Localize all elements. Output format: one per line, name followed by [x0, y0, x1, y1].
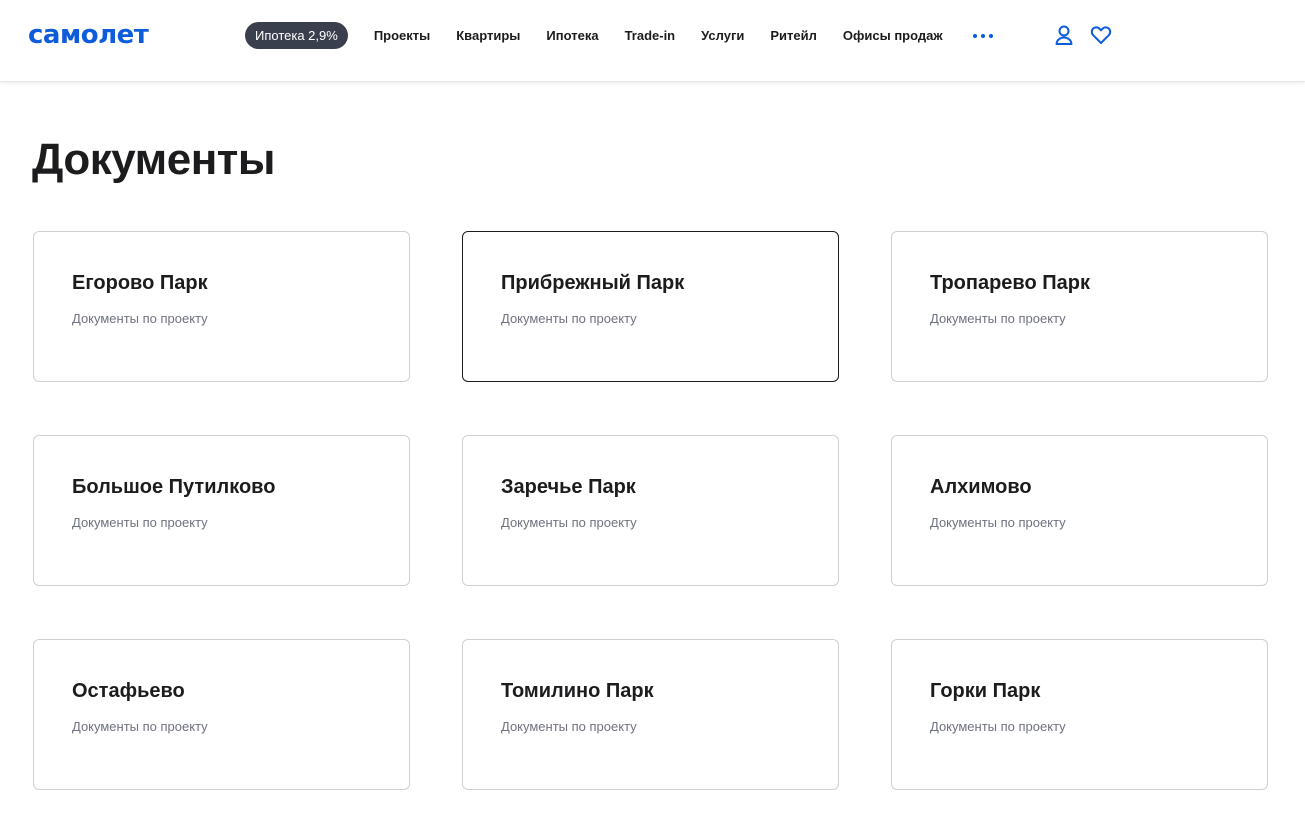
project-card-subtitle: Документы по проекту: [930, 515, 1066, 530]
nav-item-services[interactable]: Услуги: [701, 22, 744, 49]
project-card-subtitle: Документы по проекту: [72, 515, 208, 530]
project-card-title: Томилино Парк: [501, 680, 654, 702]
project-card[interactable]: Горки Парк Документы по проекту: [891, 639, 1268, 790]
project-card-title: Егорово Парк: [72, 272, 208, 294]
project-card-title: Остафьево: [72, 680, 185, 702]
project-card-subtitle: Документы по проекту: [501, 719, 637, 734]
nav-item-apartments[interactable]: Квартиры: [456, 22, 520, 49]
more-dots-icon[interactable]: [972, 22, 993, 49]
project-card-title: Заречье Парк: [501, 476, 636, 498]
project-card[interactable]: Алхимово Документы по проекту: [891, 435, 1268, 586]
site-header: самолет Ипотека 2,9% Проекты Квартиры Ип…: [0, 0, 1305, 82]
project-card[interactable]: Егорово Парк Документы по проекту: [33, 231, 410, 382]
project-card[interactable]: Томилино Парк Документы по проекту: [462, 639, 839, 790]
project-card-subtitle: Документы по проекту: [501, 515, 637, 530]
project-card-title: Алхимово: [930, 476, 1032, 498]
project-card-subtitle: Документы по проекту: [72, 311, 208, 326]
project-card-subtitle: Документы по проекту: [72, 719, 208, 734]
project-card[interactable]: Остафьево Документы по проекту: [33, 639, 410, 790]
nav-item-retail[interactable]: Ритейл: [770, 22, 817, 49]
mortgage-promo-button[interactable]: Ипотека 2,9%: [245, 22, 348, 49]
nav-item-sales-offices[interactable]: Офисы продаж: [843, 22, 943, 49]
project-card-title: Прибрежный Парк: [501, 272, 685, 294]
samolet-logo[interactable]: самолет: [28, 18, 149, 52]
nav-item-projects[interactable]: Проекты: [374, 22, 430, 49]
project-card[interactable]: Тропарево Парк Документы по проекту: [891, 231, 1268, 382]
page-title: Документы: [32, 135, 275, 184]
project-card-title: Горки Парк: [930, 680, 1041, 702]
project-card[interactable]: Прибрежный Парк Документы по проекту: [462, 231, 839, 382]
project-card-title: Большое Путилково: [72, 476, 276, 498]
project-card[interactable]: Заречье Парк Документы по проекту: [462, 435, 839, 586]
project-card-subtitle: Документы по проекту: [930, 719, 1066, 734]
heart-icon[interactable]: [1090, 24, 1112, 46]
user-icon[interactable]: [1053, 24, 1075, 46]
project-card-subtitle: Документы по проекту: [501, 311, 637, 326]
project-card[interactable]: Большое Путилково Документы по проекту: [33, 435, 410, 586]
main-nav: Ипотека 2,9% Проекты Квартиры Ипотека Tr…: [245, 22, 993, 49]
nav-item-mortgage[interactable]: Ипотека: [546, 22, 598, 49]
project-card-subtitle: Документы по проекту: [930, 311, 1066, 326]
project-card-title: Тропарево Парк: [930, 272, 1090, 294]
nav-item-trade-in[interactable]: Trade-in: [625, 22, 676, 49]
